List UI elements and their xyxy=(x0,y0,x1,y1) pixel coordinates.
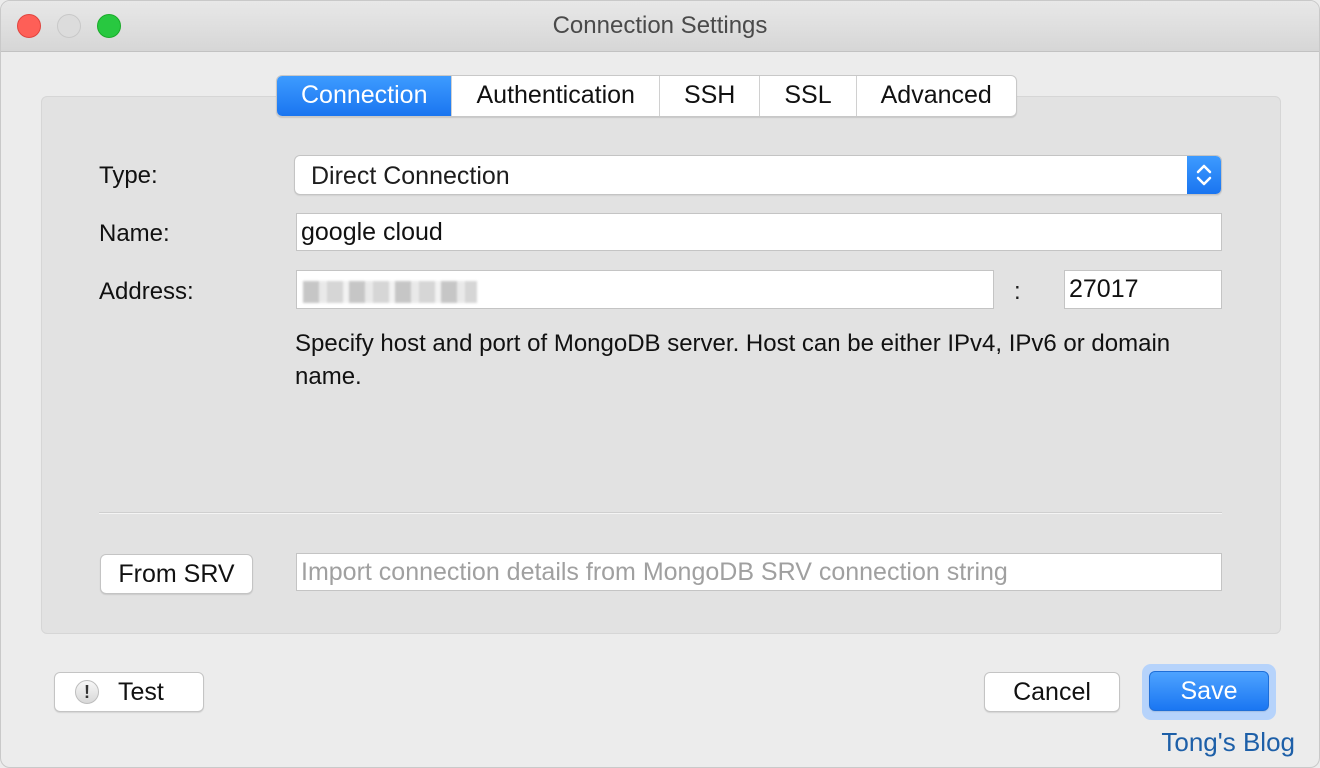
divider xyxy=(99,512,1222,513)
tab-advanced[interactable]: Advanced xyxy=(857,76,1016,116)
tab-bar: Connection Authentication SSH SSL Advanc… xyxy=(276,75,1017,117)
connection-type-select[interactable]: Direct Connection xyxy=(294,155,1222,195)
save-button[interactable]: Save xyxy=(1149,671,1269,711)
watermark-text: Tong's Blog xyxy=(1161,727,1295,757)
tab-connection[interactable]: Connection xyxy=(277,76,453,116)
name-label: Name: xyxy=(99,220,170,247)
test-button-label: Test xyxy=(118,678,164,706)
redacted-host-value xyxy=(303,281,477,303)
warning-icon: ! xyxy=(75,680,99,704)
tab-ssl[interactable]: SSL xyxy=(760,76,857,116)
name-input[interactable]: google cloud xyxy=(296,213,1222,251)
address-port-separator: : xyxy=(1014,278,1021,305)
port-input[interactable]: 27017 xyxy=(1064,270,1222,309)
tab-ssh[interactable]: SSH xyxy=(660,76,761,116)
connection-type-value: Direct Connection xyxy=(311,162,510,190)
address-input[interactable] xyxy=(296,270,994,309)
srv-connection-string-input[interactable]: Import connection details from MongoDB S… xyxy=(296,553,1222,591)
connection-settings-window: Connection Settings Connection Authentic… xyxy=(0,0,1320,768)
test-button[interactable]: ! Test xyxy=(54,672,204,712)
chevron-up-down-icon xyxy=(1187,156,1221,194)
address-help-text: Specify host and port of MongoDB server.… xyxy=(295,330,1171,390)
window-title: Connection Settings xyxy=(552,12,768,39)
title-bar: Connection Settings xyxy=(1,1,1319,52)
cancel-button[interactable]: Cancel xyxy=(984,672,1120,712)
tab-authentication[interactable]: Authentication xyxy=(452,76,660,116)
from-srv-button[interactable]: From SRV xyxy=(100,554,253,594)
type-label: Type: xyxy=(99,162,158,189)
address-label: Address: xyxy=(99,278,194,305)
